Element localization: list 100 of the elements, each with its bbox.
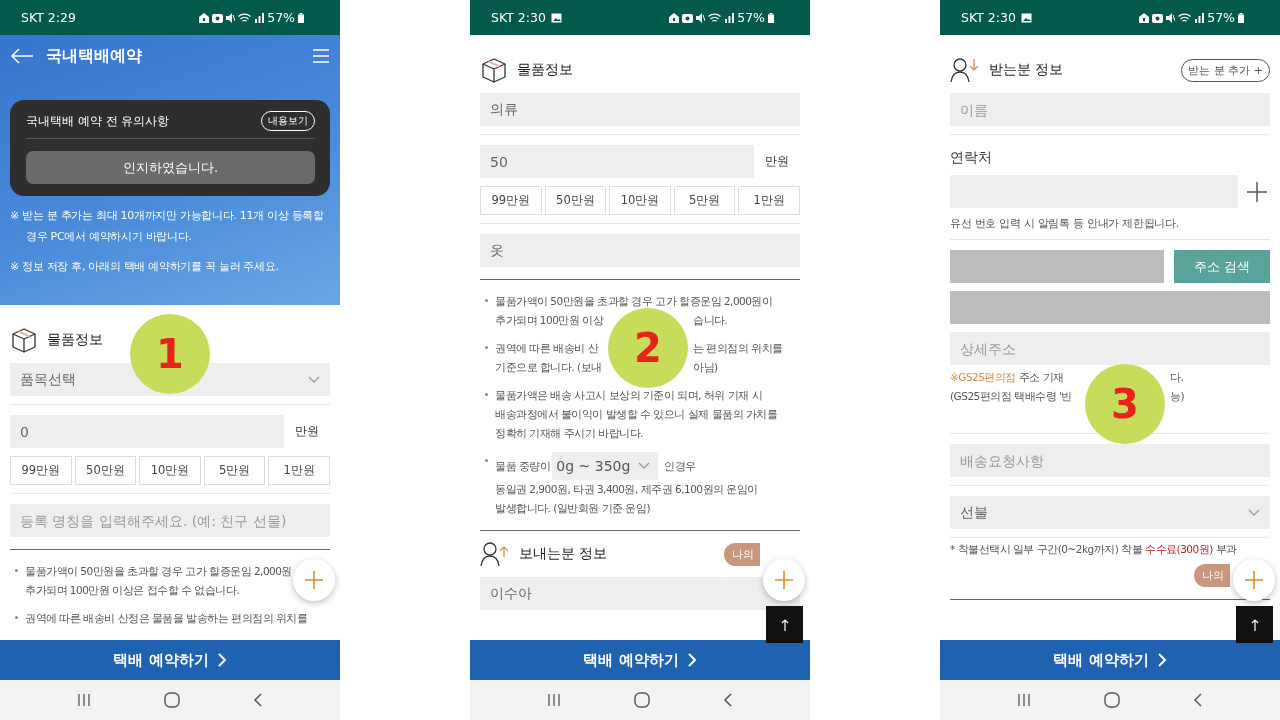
input-field[interactable]: 의류: [480, 93, 800, 126]
confirm-button[interactable]: 인지하였습니다.: [26, 151, 315, 184]
house-icon: [1139, 12, 1150, 23]
note-text: 권역에 따른 배송비 산: [495, 341, 600, 356]
note-text: 는 편의점의 위치를: [693, 341, 783, 356]
note-text: 능): [1170, 388, 1185, 403]
amount-field[interactable]: 0: [10, 415, 284, 448]
recent-apps-icon[interactable]: [1016, 693, 1031, 707]
add-button[interactable]: [1233, 559, 1275, 601]
note-text: 물품가액이 50만원을 초과할 경우 고가 할증운임 2,000원이: [495, 294, 773, 309]
amount-chip[interactable]: 50만원: [74, 456, 137, 485]
weight-select[interactable]: 0g ~ 350g: [552, 452, 659, 480]
notice-title: 국내택배 예약 전 유의사항: [26, 112, 170, 130]
note-text: 습니다.: [693, 313, 728, 328]
mute-icon: [1166, 12, 1176, 23]
unit-label: 만원: [764, 153, 790, 170]
note-text: 정확히 기재해 주시기 바랍니다.: [495, 426, 643, 441]
add-button[interactable]: [293, 559, 335, 601]
home-icon[interactable]: [634, 692, 650, 708]
plus-icon: [305, 571, 323, 589]
section-title: 받는분 정보: [989, 61, 1064, 79]
battery-icon: [298, 12, 304, 23]
chevron-right-icon: [216, 652, 227, 668]
input-field[interactable]: 상세주소: [950, 332, 1270, 365]
note-text: 물품 중량이: [495, 458, 551, 474]
note-text: 발생합니다. (일반회원 기준 운임): [495, 501, 651, 516]
note-text: (GS25편의점 택배수령 '빈: [950, 388, 1073, 403]
battery-icon: [768, 12, 774, 23]
back-icon[interactable]: [1193, 692, 1204, 708]
recent-apps-icon[interactable]: [76, 693, 91, 707]
amount-chip[interactable]: 5만원: [203, 456, 266, 485]
bullet-icon: [485, 393, 488, 396]
signal-icon: [254, 12, 265, 23]
amount-chip[interactable]: 5만원: [673, 186, 736, 215]
battery-level: 57%: [1207, 10, 1235, 25]
alarm-icon: [682, 12, 694, 23]
home-icon[interactable]: [164, 692, 180, 708]
house-icon: [669, 12, 680, 23]
bullet-icon: [485, 299, 488, 302]
bullet-icon: [485, 346, 488, 349]
field-label: 연락처: [950, 149, 993, 167]
note-text: 추가되며 100만원 이상: [495, 313, 605, 328]
bullet-icon: [485, 459, 488, 462]
note-text: 물품가액은 배송 사고시 보상의 기준이 되며, 허위 기재 시: [495, 388, 763, 403]
wifi-icon: [238, 12, 252, 23]
amount-chip[interactable]: 10만원: [139, 456, 201, 485]
notice-text: ※ 받는 분 추가는 최대 10개까지만 가능합니다. 11개 이상 등록할 경우 PC에서 예약하시기 바랍니다.: [10, 208, 325, 245]
section-title: 물품정보: [517, 61, 573, 79]
note-text: 물품가액이 50만원을 초과할 경우 고가 할증운임 2,000원: [25, 564, 292, 579]
note-text: * 착불선택시 일부 구간(0~2kg까지) 착불 수수료(300원) 부과: [950, 542, 1237, 556]
section-title: 물품정보: [47, 331, 103, 349]
recent-apps-icon[interactable]: [546, 693, 561, 707]
add-recipient-button[interactable]: 받는 분 추가 +: [1181, 58, 1270, 82]
reserve-button[interactable]: 택배 예약하기: [940, 640, 1280, 680]
select-field[interactable]: 선불: [950, 496, 1270, 529]
input-field[interactable]: 이름: [950, 93, 1270, 126]
input-field[interactable]: 배송요청사항: [950, 444, 1270, 477]
chevron-down-icon: [638, 462, 651, 470]
status-time: SKT 2:30: [491, 10, 546, 25]
back-icon[interactable]: [253, 692, 264, 708]
amount-chip[interactable]: 99만원: [480, 186, 542, 215]
home-icon[interactable]: [1104, 692, 1120, 708]
alarm-icon: [1152, 12, 1164, 23]
battery-level: 57%: [267, 10, 295, 25]
scroll-top-button[interactable]: [766, 606, 803, 643]
amount-chip[interactable]: 50만원: [544, 186, 607, 215]
plus-icon[interactable]: [1246, 180, 1268, 203]
arrow-up-icon: [780, 618, 789, 631]
arrow-up-icon: [1250, 618, 1259, 631]
alarm-icon: [212, 12, 224, 23]
note-text: 기준으로 합니다. (보내: [495, 360, 603, 375]
back-icon[interactable]: [723, 692, 734, 708]
signal-icon: [724, 12, 735, 23]
amount-field[interactable]: 50: [480, 145, 754, 178]
bullet-icon: [15, 569, 18, 572]
input-field[interactable]: 이수아: [480, 577, 800, 610]
amount-chip[interactable]: 10만원: [609, 186, 671, 215]
step-number: 3: [1085, 364, 1165, 444]
scroll-top-button[interactable]: [1236, 606, 1273, 643]
reserve-button[interactable]: 택배 예약하기: [470, 640, 810, 680]
menu-icon[interactable]: [312, 48, 330, 64]
add-button[interactable]: [763, 559, 805, 601]
step-number: 1: [130, 314, 210, 394]
input-field[interactable]: 등록 명칭을 입력해주세요. (예: 친구 선물): [10, 504, 330, 537]
amount-chip[interactable]: 99만원: [10, 456, 72, 485]
input-field[interactable]: 옷: [480, 234, 800, 267]
amount-chip[interactable]: 1만원: [738, 186, 800, 215]
note-text: 아님): [693, 360, 718, 375]
amount-chip[interactable]: 1만원: [268, 456, 330, 485]
note-text: 배송과정에서 불이익이 발생할 수 있으니 실제 물품의 가치를: [495, 407, 778, 422]
reserve-button[interactable]: 택배 예약하기: [0, 640, 340, 680]
note-text: 인경우: [664, 458, 696, 474]
wifi-icon: [1178, 12, 1192, 23]
hint-text: 유선 번호 입력 시 알림톡 등 안내가 제한됩니다.: [950, 216, 1180, 231]
wifi-icon: [708, 12, 722, 23]
note-text: ※GS25편의점 주소 기재: [950, 369, 1065, 384]
status-time: SKT 2:29: [21, 10, 76, 25]
page-title: 국내택배예약: [46, 45, 142, 67]
section-title: 보내는분 정보: [519, 545, 608, 563]
box-icon: [480, 56, 508, 84]
